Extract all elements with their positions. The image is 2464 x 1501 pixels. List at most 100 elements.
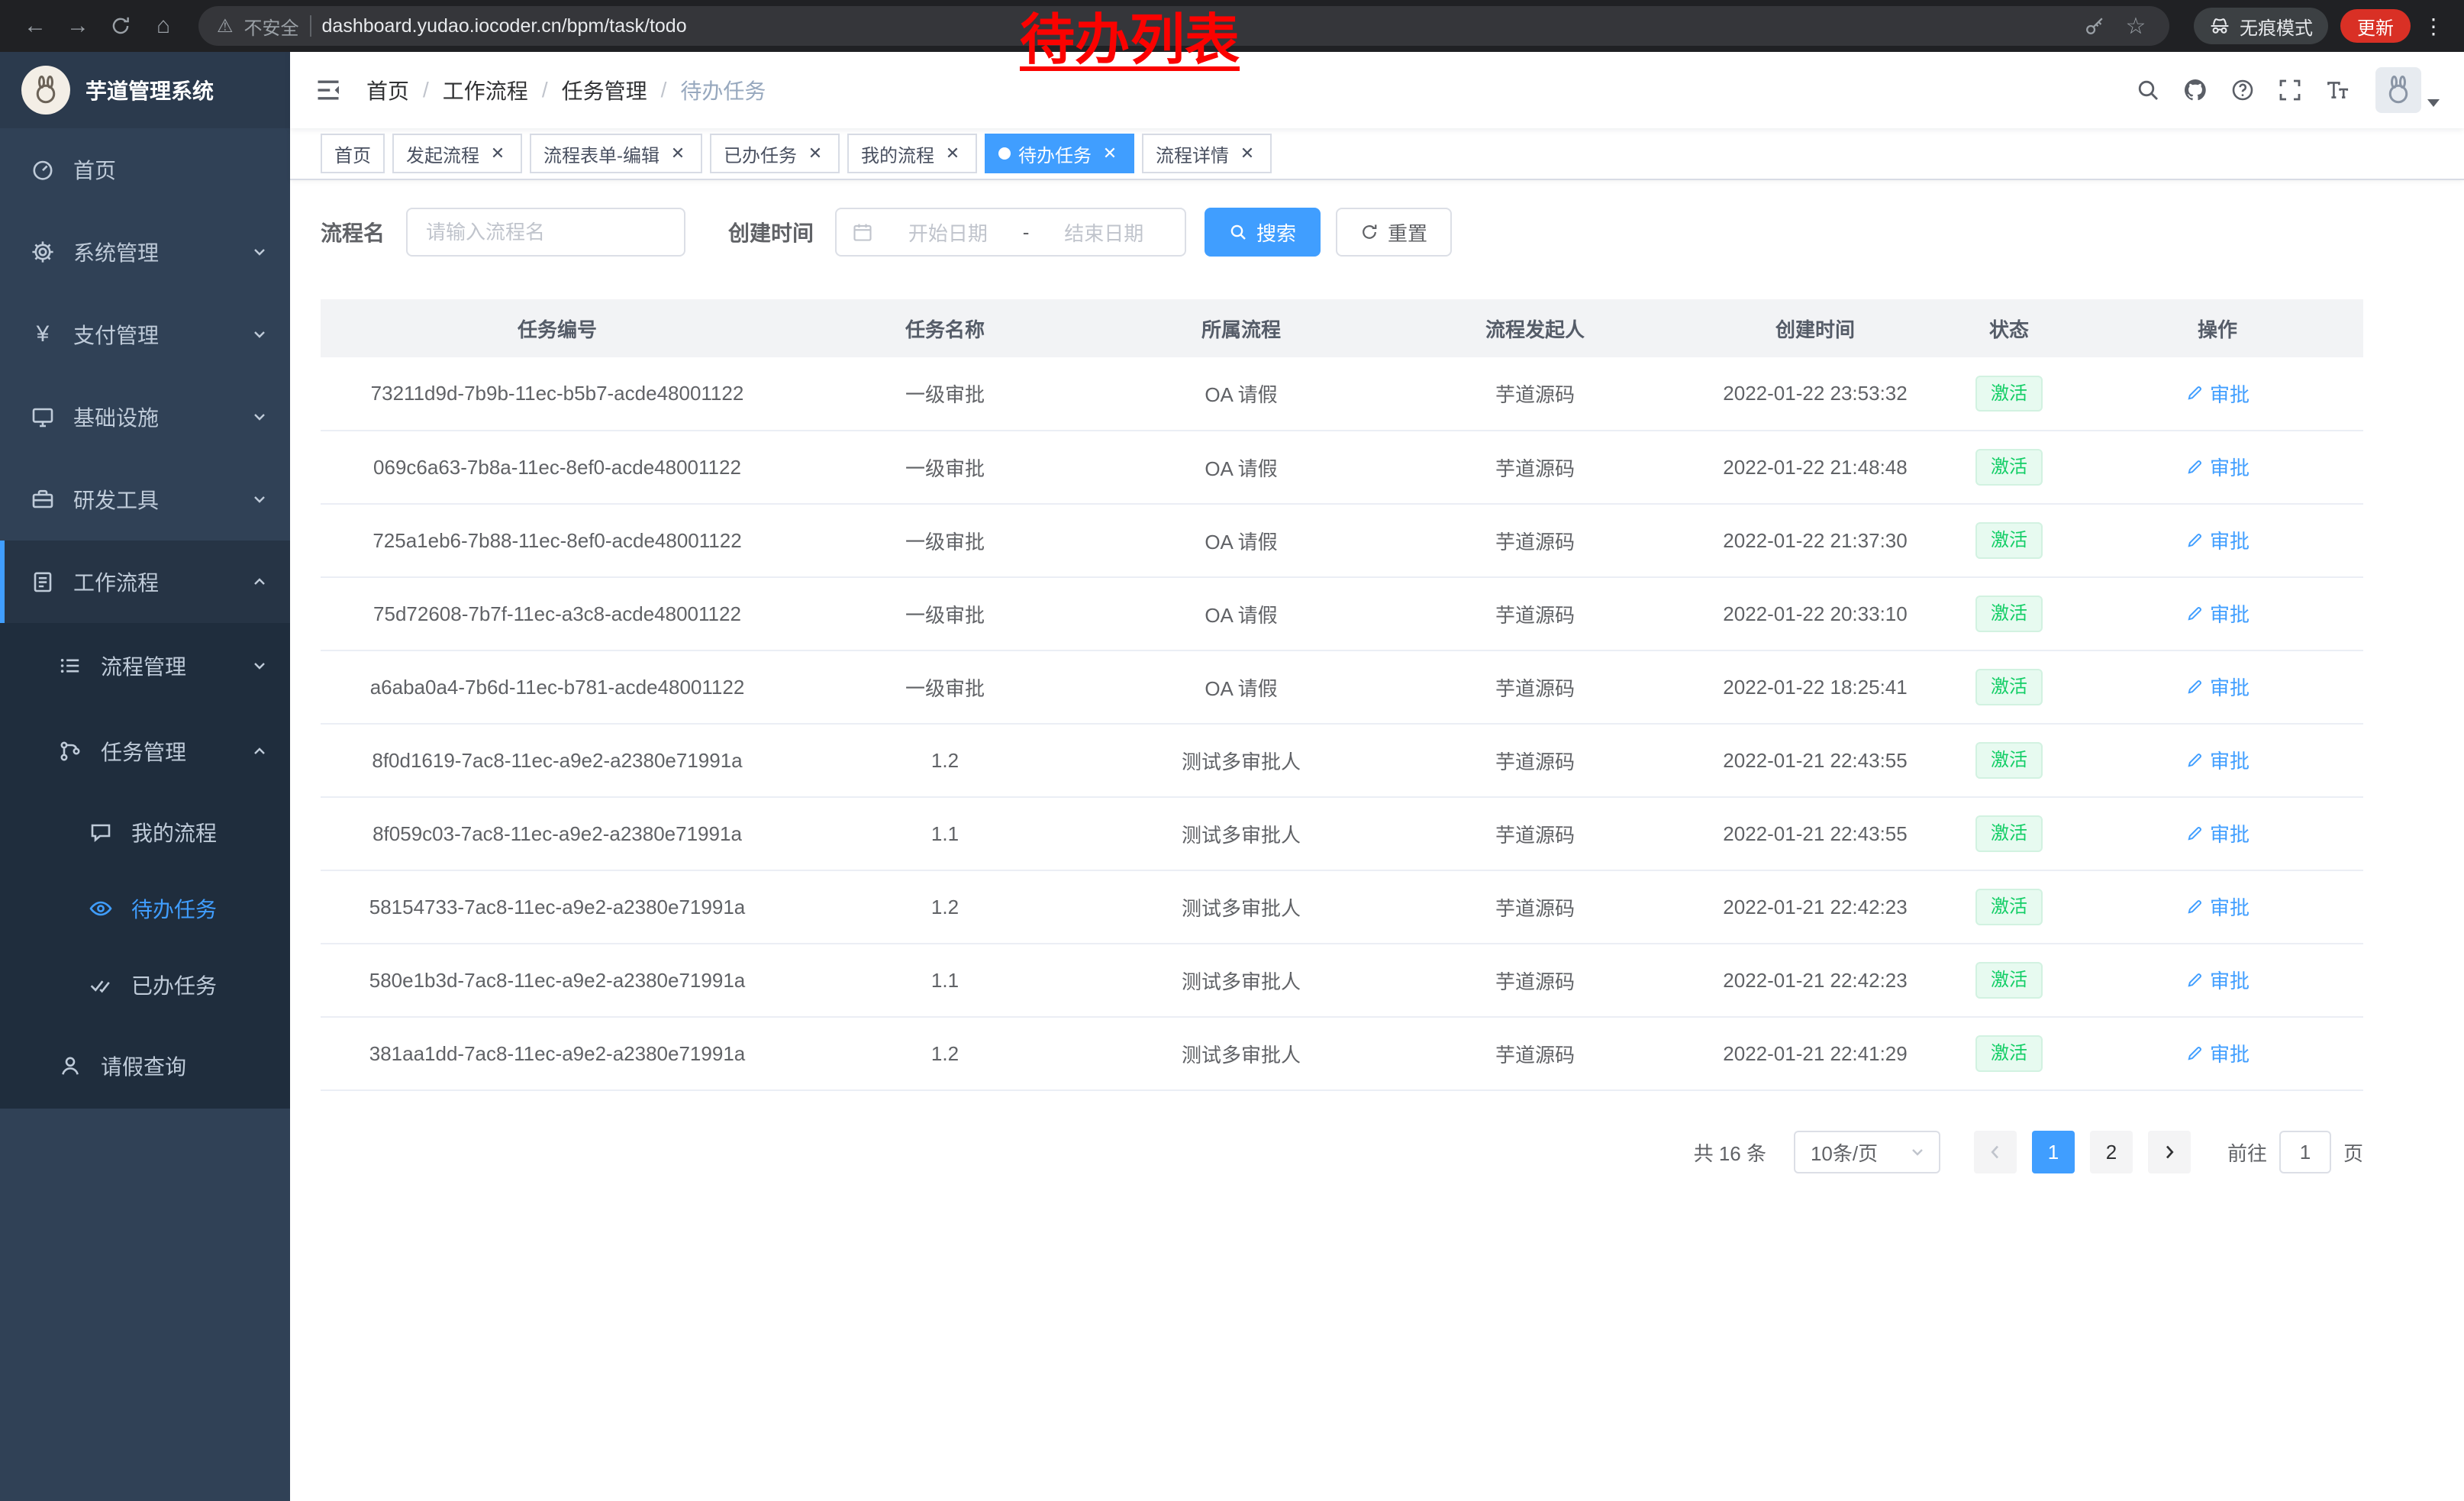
status-badge: 激活	[1975, 522, 2043, 558]
hamburger-icon	[314, 76, 342, 104]
approve-link[interactable]: 审批	[2185, 526, 2250, 554]
branch-icon	[58, 739, 82, 763]
browser-refresh-button[interactable]	[101, 6, 140, 46]
sidebar-item-label: 已办任务	[131, 970, 217, 1000]
close-icon[interactable]: ✕	[1237, 143, 1258, 164]
approve-link[interactable]: 审批	[2185, 746, 2250, 774]
cell-task-name: 1.2	[794, 870, 1096, 944]
sidebar-item-label: 待办任务	[131, 893, 217, 924]
breadcrumb-item[interactable]: 任务管理	[562, 75, 647, 105]
close-icon[interactable]: ✕	[1099, 143, 1121, 164]
col-actions: 操作	[2072, 299, 2363, 357]
page-size-select[interactable]: 10条/页	[1794, 1131, 1940, 1173]
process-name-input[interactable]	[406, 208, 685, 257]
help-button[interactable]	[2230, 78, 2255, 102]
sidebar-item-home[interactable]: 首页	[0, 128, 290, 211]
next-page-button[interactable]	[2148, 1131, 2191, 1173]
sidebar-item-my-process[interactable]: 我的流程	[0, 794, 290, 870]
approve-label: 审批	[2210, 673, 2250, 701]
approve-link[interactable]: 审批	[2185, 893, 2250, 921]
sidebar-item-infra[interactable]: 基础设施	[0, 376, 290, 458]
col-initiator: 流程发起人	[1386, 299, 1684, 357]
tag-done-tasks[interactable]: 已办任务✕	[710, 134, 840, 173]
cell-created: 2022-01-21 22:41:29	[1684, 1017, 1946, 1090]
approve-link[interactable]: 审批	[2185, 673, 2250, 701]
tag-form-edit[interactable]: 流程表单-编辑✕	[530, 134, 702, 173]
status-badge: 激活	[1975, 889, 2043, 925]
sidebar-item-done-tasks[interactable]: 已办任务	[0, 947, 290, 1023]
user-menu[interactable]	[2375, 67, 2440, 113]
question-icon	[2230, 78, 2255, 102]
calendar-icon	[852, 221, 873, 243]
browser-update-button[interactable]: 更新	[2340, 9, 2411, 43]
sidebar-collapse-button[interactable]	[314, 76, 342, 104]
range-separator: -	[1023, 221, 1030, 244]
chevron-down-icon	[250, 657, 269, 675]
bookmark-star-icon[interactable]: ☆	[2121, 11, 2151, 41]
prev-page-button[interactable]	[1974, 1131, 2017, 1173]
browser-home-button[interactable]: ⌂	[144, 6, 183, 46]
total-count: 共 16 条	[1694, 1138, 1766, 1167]
app-navbar: 首页 / 工作流程 / 任务管理 / 待办任务	[290, 52, 2464, 128]
sidebar-item-devtools[interactable]: 研发工具	[0, 458, 290, 541]
cell-created: 2022-01-22 21:48:48	[1684, 431, 1946, 504]
refresh-icon	[110, 15, 131, 37]
cell-process: 测试多审批人	[1096, 870, 1386, 944]
approve-link[interactable]: 审批	[2185, 1039, 2250, 1067]
close-icon[interactable]: ✕	[942, 143, 963, 164]
reset-button[interactable]: 重置	[1336, 208, 1452, 257]
cell-task-id: 725a1eb6-7b88-11ec-8ef0-acde48001122	[321, 504, 794, 577]
sidebar-logo[interactable]: 芋道管理系统	[0, 52, 290, 128]
close-icon[interactable]: ✕	[487, 143, 508, 164]
sidebar-item-todo-tasks[interactable]: 待办任务	[0, 870, 290, 947]
search-button[interactable]: 搜索	[1205, 208, 1321, 257]
sidebar-item-task-mgmt[interactable]: 任务管理	[0, 709, 290, 794]
fullscreen-button[interactable]	[2278, 78, 2302, 102]
browser-menu-button[interactable]: ⋮	[2418, 14, 2449, 39]
breadcrumb-item[interactable]: 首页	[366, 75, 409, 105]
sidebar-item-process-mgmt[interactable]: 流程管理	[0, 623, 290, 709]
tag-todo-tasks[interactable]: 待办任务✕	[985, 134, 1134, 173]
sidebar-item-system[interactable]: 系统管理	[0, 211, 290, 293]
font-size-button[interactable]	[2325, 78, 2350, 102]
approve-link[interactable]: 审批	[2185, 966, 2250, 994]
sidebar-item-payment[interactable]: ¥ 支付管理	[0, 293, 290, 376]
page-unit-label: 页	[2343, 1138, 2363, 1167]
date-range-picker[interactable]: 开始日期 - 结束日期	[835, 208, 1186, 257]
browser-back-button[interactable]: ←	[15, 6, 55, 46]
start-date-placeholder[interactable]: 开始日期	[882, 218, 1014, 247]
password-key-icon[interactable]	[2079, 11, 2110, 41]
page-button-2[interactable]: 2	[2090, 1131, 2133, 1173]
approve-label: 审批	[2210, 746, 2250, 774]
sidebar-item-leave-query[interactable]: 请假查询	[0, 1023, 290, 1109]
browser-forward-button[interactable]: →	[58, 6, 98, 46]
search-button[interactable]	[2136, 78, 2160, 102]
end-date-placeholder[interactable]: 结束日期	[1038, 218, 1169, 247]
approve-link[interactable]: 审批	[2185, 819, 2250, 847]
cell-initiator: 芋道源码	[1386, 577, 1684, 650]
table-header-row: 任务编号 任务名称 所属流程 流程发起人 创建时间 状态 操作	[321, 299, 2363, 357]
edit-icon	[2185, 384, 2204, 402]
tag-label: 发起流程	[406, 140, 479, 167]
url-text: dashboard.yudao.iocoder.cn/bpm/task/todo	[322, 15, 687, 37]
goto-page-input[interactable]	[2279, 1131, 2331, 1173]
approve-link[interactable]: 审批	[2185, 379, 2250, 408]
close-icon[interactable]: ✕	[805, 143, 826, 164]
tag-start-process[interactable]: 发起流程 ✕	[392, 134, 522, 173]
sidebar-item-workflow[interactable]: 工作流程	[0, 541, 290, 623]
approve-link[interactable]: 审批	[2185, 599, 2250, 628]
page-button-1[interactable]: 1	[2032, 1131, 2075, 1173]
cell-created: 2022-01-21 22:42:23	[1684, 870, 1946, 944]
close-icon[interactable]: ✕	[667, 143, 689, 164]
cell-task-name: 1.1	[794, 944, 1096, 1017]
tag-home[interactable]: 首页	[321, 134, 385, 173]
tag-process-detail[interactable]: 流程详情✕	[1142, 134, 1272, 173]
breadcrumb-item[interactable]: 工作流程	[443, 75, 528, 105]
yen-icon: ¥	[31, 323, 55, 346]
cell-task-name: 1.2	[794, 1017, 1096, 1090]
approve-link[interactable]: 审批	[2185, 453, 2250, 481]
github-button[interactable]	[2183, 78, 2208, 102]
cell-initiator: 芋道源码	[1386, 431, 1684, 504]
tag-my-process[interactable]: 我的流程✕	[847, 134, 977, 173]
cell-task-name: 1.1	[794, 797, 1096, 870]
